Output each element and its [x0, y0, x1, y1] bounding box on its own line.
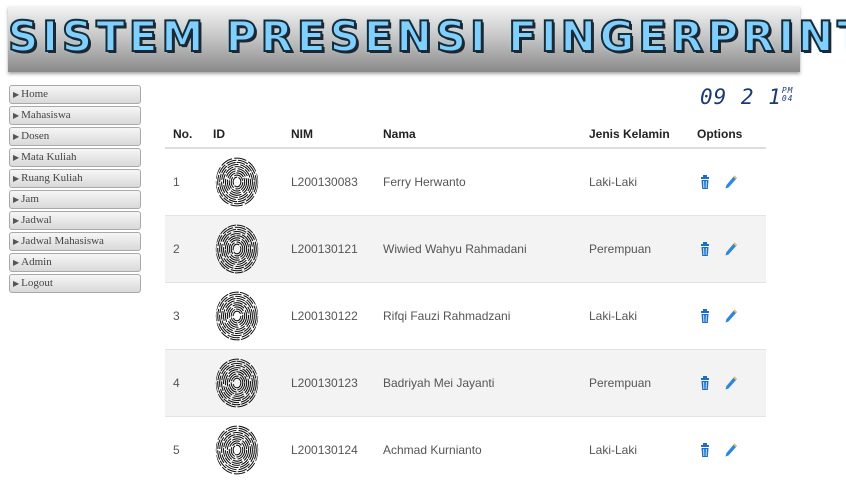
sidebar-item-label: Jadwal — [21, 214, 52, 226]
chevron-right-icon: ▶ — [13, 153, 19, 162]
cell-nama: Rifqi Fauzi Rahmadzani — [375, 283, 581, 350]
cell-nama: Badriyah Mei Jayanti — [375, 350, 581, 417]
cell-options — [689, 350, 766, 417]
cell-no: 1 — [165, 148, 205, 216]
sidebar-item-label: Mahasiswa — [21, 109, 71, 121]
cell-options — [689, 148, 766, 216]
fingerprint-image — [213, 290, 261, 342]
sidebar-item-jadwal-mahasiswa[interactable]: ▶Jadwal Mahasiswa — [9, 232, 141, 251]
table-row: 3 L200130122Rifqi Fauzi RahmadzaniLaki-La… — [165, 283, 766, 350]
col-header-nim: NIM — [283, 120, 375, 148]
chevron-right-icon: ▶ — [13, 132, 19, 141]
sidebar-item-label: Jam — [21, 193, 39, 205]
clock-time: 09 2 1 — [700, 85, 782, 109]
col-header-id: ID — [205, 120, 283, 148]
sidebar-item-dosen[interactable]: ▶Dosen — [9, 127, 141, 146]
chevron-right-icon: ▶ — [13, 279, 19, 288]
sidebar-item-label: Mata Kuliah — [21, 151, 76, 163]
pencil-icon[interactable] — [723, 442, 739, 458]
sidebar-item-label: Ruang Kuliah — [21, 172, 82, 184]
chevron-right-icon: ▶ — [13, 111, 19, 120]
sidebar-menu: ▶Home ▶Mahasiswa ▶Dosen ▶Mata Kuliah ▶Ru… — [9, 85, 141, 295]
sidebar-item-label: Logout — [21, 277, 53, 289]
cell-jenis-kelamin: Laki-Laki — [581, 283, 689, 350]
chevron-right-icon: ▶ — [13, 258, 19, 267]
cell-options — [689, 216, 766, 283]
cell-id — [205, 148, 283, 216]
chevron-right-icon: ▶ — [13, 237, 19, 246]
col-header-nama: Nama — [375, 120, 581, 148]
cell-jenis-kelamin: Laki-Laki — [581, 148, 689, 216]
clock-seconds: 04 — [782, 94, 794, 103]
trash-icon[interactable] — [697, 174, 713, 190]
col-header-no: No. — [165, 120, 205, 148]
student-table: No. ID NIM Nama Jenis Kelamin Options 1 L… — [165, 120, 766, 483]
header-banner: SISTEM PRESENSI FINGERPRINT — [8, 6, 800, 72]
sidebar-item-admin[interactable]: ▶Admin — [9, 253, 141, 272]
trash-icon[interactable] — [697, 442, 713, 458]
cell-jenis-kelamin: Perempuan — [581, 350, 689, 417]
col-header-options: Options — [689, 120, 766, 148]
cell-options — [689, 283, 766, 350]
sidebar-item-label: Jadwal Mahasiswa — [21, 235, 104, 247]
app-title: SISTEM PRESENSI FINGERPRINT — [8, 12, 800, 61]
cell-nama: Achmad Kurnianto — [375, 417, 581, 483]
cell-nama: Wiwied Wahyu Rahmadani — [375, 216, 581, 283]
sidebar-item-jam[interactable]: ▶Jam — [9, 190, 141, 209]
fingerprint-image — [213, 156, 261, 208]
clock-meridiem: PM04 — [782, 87, 794, 103]
table-row: 5 L200130124Achmad KurniantoLaki-Laki — [165, 417, 766, 483]
cell-no: 5 — [165, 417, 205, 483]
cell-no: 3 — [165, 283, 205, 350]
sidebar-item-ruang-kuliah[interactable]: ▶Ruang Kuliah — [9, 169, 141, 188]
cell-no: 2 — [165, 216, 205, 283]
chevron-right-icon: ▶ — [13, 195, 19, 204]
pencil-icon[interactable] — [723, 308, 739, 324]
sidebar-item-mahasiswa[interactable]: ▶Mahasiswa — [9, 106, 141, 125]
pencil-icon[interactable] — [723, 174, 739, 190]
table-header-row: No. ID NIM Nama Jenis Kelamin Options — [165, 120, 766, 148]
chevron-right-icon: ▶ — [13, 216, 19, 225]
cell-id — [205, 283, 283, 350]
trash-icon[interactable] — [697, 375, 713, 391]
cell-nim: L200130124 — [283, 417, 375, 483]
chevron-right-icon: ▶ — [13, 90, 19, 99]
pencil-icon[interactable] — [723, 375, 739, 391]
sidebar-item-jadwal[interactable]: ▶Jadwal — [9, 211, 141, 230]
table-row: 1 L200130083Ferry HerwantoLaki-Laki — [165, 148, 766, 216]
sidebar-item-label: Home — [21, 88, 48, 100]
trash-icon[interactable] — [697, 241, 713, 257]
cell-jenis-kelamin: Perempuan — [581, 216, 689, 283]
cell-nim: L200130122 — [283, 283, 375, 350]
cell-options — [689, 417, 766, 483]
col-header-jenis-kelamin: Jenis Kelamin — [581, 120, 689, 148]
sidebar-item-label: Dosen — [21, 130, 49, 142]
cell-no: 4 — [165, 350, 205, 417]
fingerprint-image — [213, 357, 261, 409]
cell-nama: Ferry Herwanto — [375, 148, 581, 216]
sidebar-item-mata-kuliah[interactable]: ▶Mata Kuliah — [9, 148, 141, 167]
chevron-right-icon: ▶ — [13, 174, 19, 183]
fingerprint-image — [213, 424, 261, 476]
cell-nim: L200130121 — [283, 216, 375, 283]
fingerprint-image — [213, 223, 261, 275]
table-row: 2 L200130121Wiwied Wahyu RahmadaniPerempu… — [165, 216, 766, 283]
cell-id — [205, 350, 283, 417]
table-row: 4 L200130123Badriyah Mei JayantiPerempuan — [165, 350, 766, 417]
student-table-container: No. ID NIM Nama Jenis Kelamin Options 1 L… — [165, 120, 766, 483]
sidebar-item-label: Admin — [21, 256, 52, 268]
cell-id — [205, 417, 283, 483]
digital-clock: 09 2 1PM04 — [700, 85, 794, 109]
cell-id — [205, 216, 283, 283]
cell-nim: L200130123 — [283, 350, 375, 417]
cell-jenis-kelamin: Laki-Laki — [581, 417, 689, 483]
sidebar-item-home[interactable]: ▶Home — [9, 85, 141, 104]
pencil-icon[interactable] — [723, 241, 739, 257]
cell-nim: L200130083 — [283, 148, 375, 216]
trash-icon[interactable] — [697, 308, 713, 324]
sidebar-item-logout[interactable]: ▶Logout — [9, 274, 141, 293]
